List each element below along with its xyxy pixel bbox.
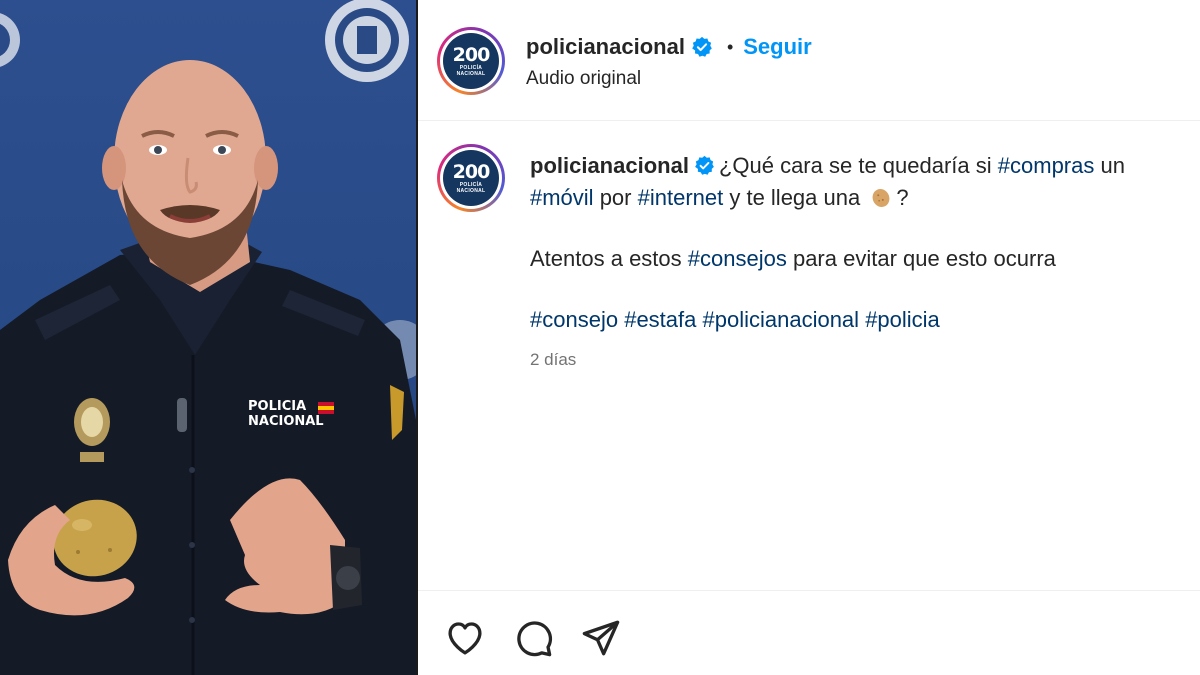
wall-emblem xyxy=(325,0,409,82)
share-icon[interactable] xyxy=(580,617,622,659)
username-link[interactable]: policianacional xyxy=(526,34,685,60)
post-sidebar: 200 POLICÍA NACIONAL policianacional • S… xyxy=(418,0,1200,675)
logo-subtitle-2: NACIONAL xyxy=(456,70,486,77)
post-media[interactable]: POLICIA NACIONAL xyxy=(0,0,416,675)
caption-text-f: Atentos a estos xyxy=(530,246,688,271)
caption-text-d: y te llega una xyxy=(723,185,867,210)
caption-text-a: ¿Qué cara se te quedaría si xyxy=(718,153,998,178)
caption-logo: 200 POLICÍA NACIONAL xyxy=(443,150,499,206)
wall-emblem-left xyxy=(0,13,20,67)
uniform-text-2: NACIONAL xyxy=(248,414,324,429)
hashtag-compras[interactable]: #compras xyxy=(998,153,1095,178)
uniform-text-1: POLICIA xyxy=(248,399,306,414)
profile-logo: 200 POLICÍA NACIONAL xyxy=(443,33,499,89)
hashtag-internet[interactable]: #internet xyxy=(638,185,724,210)
caption-text-b: un xyxy=(1094,153,1125,178)
post-timestamp[interactable]: 2 días xyxy=(530,344,1180,376)
caption-line-2: Atentos a estos #consejos para evitar qu… xyxy=(530,243,1180,275)
hashtag-policia[interactable]: #policia xyxy=(865,307,940,332)
post-header: 200 POLICÍA NACIONAL policianacional • S… xyxy=(418,0,1200,121)
caption-hashtags: #consejo #estafa #policianacional #polic… xyxy=(530,304,1180,336)
logo-number: 200 xyxy=(452,43,491,66)
caption-line-1: policianacional ¿Qué cara se te quedaría… xyxy=(530,150,1180,214)
verified-badge-icon xyxy=(692,36,712,57)
caption-text-g: para evitar que esto ocurra xyxy=(786,246,1056,271)
caption-text-e: ? xyxy=(896,185,909,210)
post-actions-bar xyxy=(418,590,1200,675)
caption-avatar[interactable]: 200 POLICÍA NACIONAL xyxy=(437,144,505,212)
header-user-row: policianacional • Seguir xyxy=(526,34,812,60)
hashtag-consejo[interactable]: #consejo xyxy=(530,307,618,332)
follow-button[interactable]: Seguir xyxy=(743,34,811,60)
hashtag-consejos[interactable]: #consejos xyxy=(688,246,787,271)
caption-text-c: por xyxy=(593,185,638,210)
separator-dot: • xyxy=(726,36,734,57)
potato-emoji-icon xyxy=(872,188,890,208)
caption-logo-number: 200 xyxy=(452,160,491,183)
profile-avatar[interactable]: 200 POLICÍA NACIONAL xyxy=(437,27,505,95)
hashtag-movil[interactable]: #móvil xyxy=(530,185,594,210)
heart-icon[interactable] xyxy=(444,617,486,659)
caption-logo-subtitle-2: NACIONAL xyxy=(456,187,486,194)
hashtag-estafa[interactable]: #estafa xyxy=(624,307,696,332)
post-caption: policianacional ¿Qué cara se te quedaría… xyxy=(530,150,1180,376)
caption-verified-badge-icon xyxy=(695,155,714,175)
audio-link[interactable]: Audio original xyxy=(526,68,641,90)
caption-username-link[interactable]: policianacional xyxy=(530,153,689,178)
comment-icon[interactable] xyxy=(512,617,554,659)
video-frame-illustration: POLICIA NACIONAL xyxy=(0,0,416,675)
hashtag-policianacional[interactable]: #policianacional xyxy=(703,307,860,332)
